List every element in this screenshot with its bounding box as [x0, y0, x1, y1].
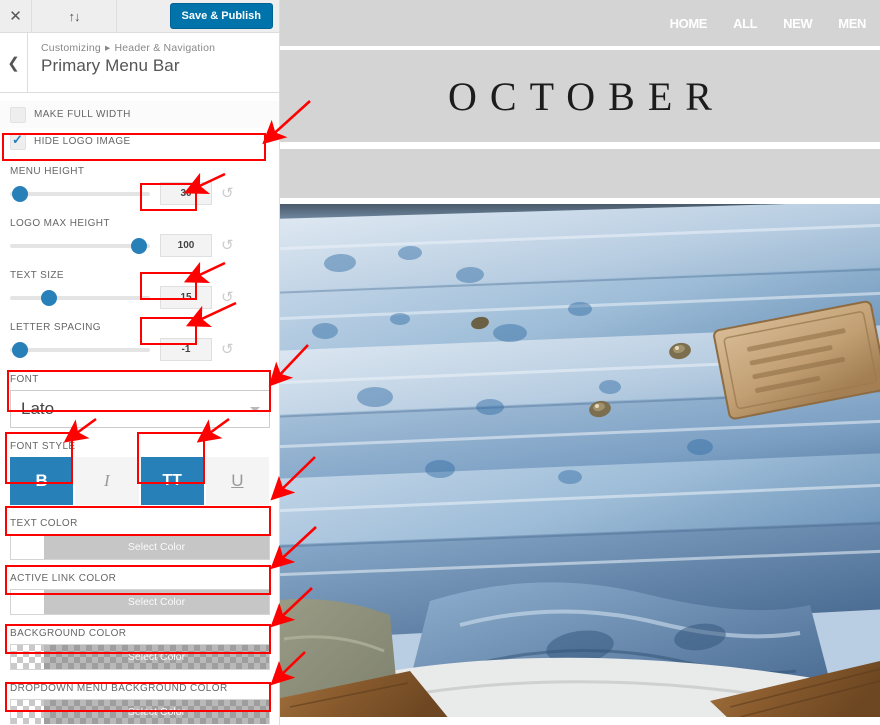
font-style-italic-button[interactable]: I	[75, 457, 139, 505]
font-style-bold-button[interactable]: B	[10, 457, 74, 505]
preview-logo-bar: OCTOBER	[280, 46, 880, 142]
label-font-style: Font Style	[10, 441, 76, 452]
breadcrumb-parent[interactable]: Header & Navigation	[114, 42, 215, 54]
label-background-color: Background Color	[10, 628, 127, 639]
breadcrumb: Customizing ▸ Header & Navigation	[41, 42, 279, 54]
logo-max-height-slider-row: 100 ↺	[10, 234, 269, 257]
control-hide-logo-image[interactable]: Hide Logo Image	[0, 128, 279, 155]
breadcrumb-root[interactable]: Customizing	[41, 42, 101, 54]
text-size-value[interactable]: 15	[160, 286, 212, 309]
active-link-color-select-button[interactable]: Select Color	[44, 590, 269, 614]
chevron-down-icon	[250, 407, 260, 412]
close-x-icon[interactable]: ✕	[0, 0, 32, 32]
undo-reset-icon[interactable]: ↺	[221, 238, 234, 253]
letter-spacing-value[interactable]: -1	[160, 338, 212, 361]
save-and-publish-button[interactable]: Save & Publish	[169, 3, 273, 29]
text-color-select-button[interactable]: Select Color	[44, 535, 269, 559]
label-make-full-width: Make Full Width	[34, 109, 131, 120]
background-color-picker[interactable]: Select Color	[10, 644, 270, 670]
control-active-link-color: Active Link Color Select Color	[10, 573, 270, 615]
label-menu-height: Menu Height	[10, 166, 85, 177]
control-make-full-width[interactable]: Make Full Width	[0, 101, 279, 128]
label-font: Font	[10, 374, 39, 385]
logo-max-height-value[interactable]: 100	[160, 234, 212, 257]
control-background-color: Background Color Select Color	[10, 628, 270, 670]
text-color-select-label: Select Color	[127, 541, 186, 553]
label-letter-spacing: Letter Spacing	[10, 322, 101, 333]
site-preview-frame: HOME ALL NEW MEN OCTOBER	[280, 0, 880, 725]
dropdown-menu-background-color-swatch[interactable]	[11, 700, 44, 724]
checkbox-hide-logo-image[interactable]	[10, 132, 26, 150]
active-link-color-picker[interactable]: Select Color	[10, 589, 270, 615]
wordpress-customizer-panel: ✕ ↑↓ Save & Publish ❮ Customizing ▸ Header…	[0, 0, 280, 725]
denim-jeans-illustration	[280, 204, 880, 717]
control-font: Font Lato	[10, 374, 270, 428]
label-hide-logo-image: Hide Logo Image	[34, 136, 131, 147]
preview-menu-item-home[interactable]: HOME	[670, 16, 708, 31]
dropdown-menu-background-color-select-label: Select Color	[127, 706, 186, 718]
menu-height-slider-row: 30 ↺	[10, 182, 269, 205]
label-logo-max-height: Logo Max Height	[10, 218, 110, 229]
chevron-left-icon[interactable]: ❮	[0, 33, 28, 92]
text-color-swatch[interactable]	[11, 535, 44, 559]
preview-hero-image	[280, 198, 880, 717]
control-font-style: Font Style B I TT U	[10, 441, 269, 505]
preview-secondary-bar	[280, 142, 880, 198]
device-preview-icon[interactable]: ↑↓	[32, 0, 117, 32]
control-logo-max-height: Logo Max Height 100 ↺	[10, 218, 269, 257]
checkbox-make-full-width[interactable]	[10, 106, 26, 123]
control-text-size: Text Size 15 ↺	[10, 270, 269, 309]
page-title: Primary Menu Bar	[41, 56, 180, 75]
undo-reset-icon[interactable]: ↺	[221, 342, 234, 357]
dropdown-menu-background-color-select-button[interactable]: Select Color	[44, 700, 269, 724]
background-color-select-label: Select Color	[127, 651, 186, 663]
customizer-toolbar: ✕ ↑↓ Save & Publish	[0, 0, 279, 33]
label-dropdown-menu-background-color: Dropdown Menu Background Color	[10, 683, 228, 694]
background-color-swatch[interactable]	[11, 645, 44, 669]
breadcrumb-separator-icon: ▸	[104, 42, 111, 54]
text-color-picker[interactable]: Select Color	[10, 534, 270, 560]
font-select[interactable]: Lato	[10, 390, 270, 428]
text-size-slider-row: 15 ↺	[10, 286, 269, 309]
label-text-size: Text Size	[10, 270, 64, 281]
customizer-controls-list: Make Full Width Hide Logo Image Menu Hei…	[0, 93, 279, 724]
preview-menu-item-men[interactable]: MEN	[838, 16, 866, 31]
font-select-value: Lato	[21, 399, 55, 418]
preview-menu-item-new[interactable]: NEW	[783, 16, 813, 31]
letter-spacing-slider-row: -1 ↺	[10, 338, 269, 361]
logo-max-height-slider[interactable]	[10, 237, 150, 254]
section-titles: Customizing ▸ Header & Navigation Primary …	[28, 33, 279, 92]
font-style-uppercase-button[interactable]: TT	[140, 457, 204, 505]
control-text-color: Text Color Select Color	[10, 518, 270, 560]
control-menu-height: Menu Height 30 ↺	[10, 166, 269, 205]
background-color-select-button[interactable]: Select Color	[44, 645, 269, 669]
label-active-link-color: Active Link Color	[10, 573, 117, 584]
menu-height-value[interactable]: 30	[160, 182, 212, 205]
screenshot-root: HOME ALL NEW MEN OCTOBER ✕ ↑↓ Save & Pub…	[0, 0, 880, 725]
dropdown-menu-background-color-picker[interactable]: Select Color	[10, 699, 270, 724]
text-size-slider[interactable]	[10, 289, 150, 306]
toolbar-spacer	[117, 0, 170, 32]
active-link-color-swatch[interactable]	[11, 590, 44, 614]
active-link-color-select-label: Select Color	[127, 596, 186, 608]
customizer-section-header: ❮ Customizing ▸ Header & Navigation Primar…	[0, 33, 279, 93]
letter-spacing-slider[interactable]	[10, 341, 150, 358]
undo-reset-icon[interactable]: ↺	[221, 290, 234, 305]
preview-nav-menu: HOME ALL NEW MEN	[670, 16, 867, 31]
menu-height-slider-knob[interactable]	[11, 185, 28, 202]
letter-spacing-slider-knob[interactable]	[11, 341, 28, 358]
control-letter-spacing: Letter Spacing -1 ↺	[10, 322, 269, 361]
preview-site-logo-text: OCTOBER	[448, 73, 725, 119]
label-text-color: Text Color	[10, 518, 78, 529]
font-style-underline-button[interactable]: U	[205, 457, 269, 505]
logo-max-height-slider-knob[interactable]	[130, 237, 147, 254]
font-style-button-group: B I TT U	[10, 457, 269, 505]
preview-primary-menu-bar: HOME ALL NEW MEN	[280, 0, 880, 46]
text-size-slider-knob[interactable]	[41, 289, 58, 306]
menu-height-slider[interactable]	[10, 185, 150, 202]
control-dropdown-menu-background-color: Dropdown Menu Background Color Select Co…	[10, 683, 270, 724]
preview-menu-item-all[interactable]: ALL	[733, 16, 757, 31]
undo-reset-icon[interactable]: ↺	[221, 186, 234, 201]
